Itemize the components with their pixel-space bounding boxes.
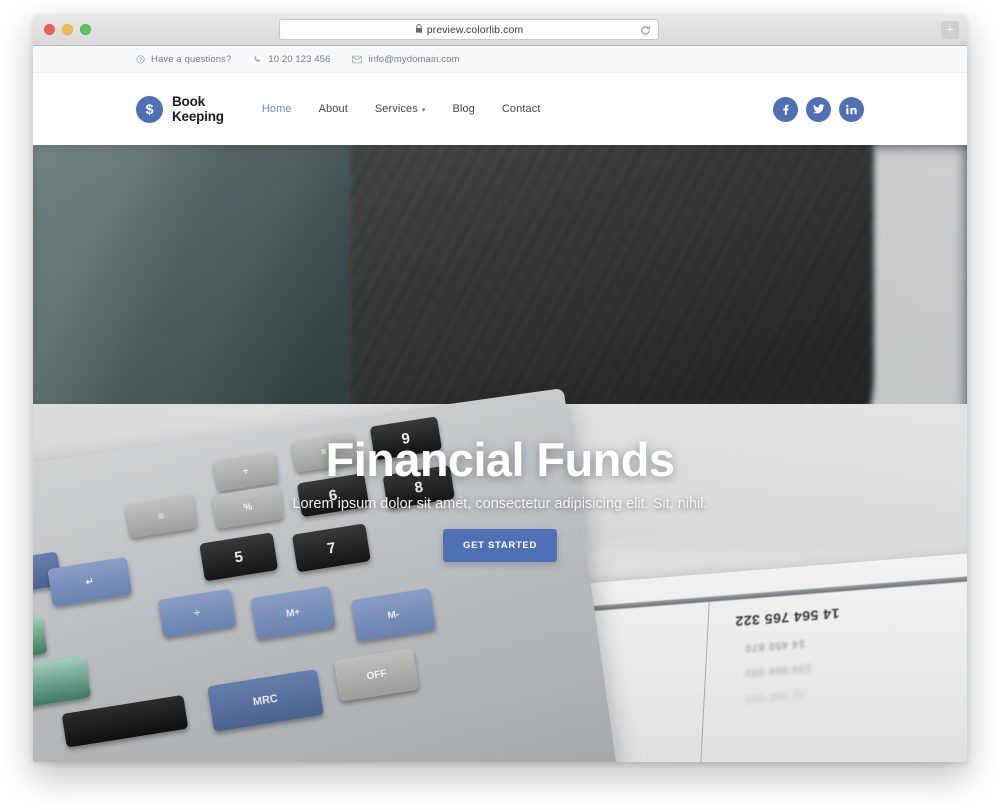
- dollar-circle-icon: $: [136, 95, 163, 123]
- browser-window: preview.colorlib.com + Have a questions?: [33, 14, 967, 762]
- browser-titlebar: preview.colorlib.com +: [33, 14, 967, 46]
- new-tab-button[interactable]: +: [941, 21, 959, 39]
- hero-subtitle: Lorem ipsum dolor sit amet, consectetur …: [292, 496, 708, 513]
- maximize-window-button[interactable]: [80, 24, 91, 35]
- minimize-window-button[interactable]: [62, 24, 73, 35]
- nav-item-home[interactable]: Home: [262, 103, 292, 115]
- get-started-button[interactable]: GET STARTED: [442, 529, 558, 563]
- twitter-icon: [812, 103, 825, 115]
- linkedin-icon: [846, 104, 857, 115]
- nav-item-about-label: About: [318, 103, 348, 115]
- twitter-link[interactable]: [806, 96, 831, 122]
- topbar-email-label: info@mydomain.com: [368, 53, 460, 65]
- phone-icon: [253, 55, 262, 64]
- topbar-question-label: Have a questions?: [151, 53, 232, 65]
- brand-name: Book Keeping: [172, 94, 224, 124]
- chevron-down-icon: ▾: [421, 107, 426, 114]
- site-logo[interactable]: $ Book Keeping: [136, 94, 224, 124]
- nav-item-about[interactable]: About: [319, 103, 348, 115]
- page-viewport: Have a questions? 10 20 123 456 info@myd…: [33, 46, 967, 762]
- nav-item-blog[interactable]: Blog: [452, 103, 474, 115]
- nav-item-services-label: Services: [374, 103, 418, 115]
- topbar-item-question[interactable]: Have a questions?: [136, 54, 231, 65]
- site-header: $ Book Keeping Home About Services ▾ Blo…: [33, 73, 967, 145]
- topbar-item-phone[interactable]: 10 20 123 456: [253, 54, 330, 65]
- envelope-icon: [352, 55, 363, 64]
- close-window-button[interactable]: [44, 24, 55, 35]
- window-controls: [44, 24, 91, 35]
- social-links: [773, 96, 864, 122]
- nav-item-services[interactable]: Services ▾: [375, 103, 426, 115]
- hero-section: 14 564 765 322 14 450 870 234 564 333 12…: [33, 145, 967, 762]
- url-text: preview.colorlib.com: [426, 23, 524, 36]
- question-circle-icon: [136, 54, 145, 64]
- nav-item-contact[interactable]: Contact: [502, 103, 541, 115]
- nav-item-contact-label: Contact: [501, 103, 541, 115]
- address-bar[interactable]: preview.colorlib.com: [279, 19, 659, 40]
- main-navigation: Home About Services ▾ Blog Contact: [262, 103, 541, 115]
- facebook-link[interactable]: [773, 96, 798, 122]
- brand-line-2: Keeping: [172, 109, 224, 124]
- facebook-icon: [780, 104, 791, 115]
- brand-line-1: Book: [172, 93, 205, 109]
- lock-icon: [415, 24, 423, 35]
- hero-content: Financial Funds Lorem ipsum dolor sit am…: [33, 433, 967, 563]
- nav-item-blog-label: Blog: [452, 103, 475, 115]
- topbar-item-email[interactable]: info@mydomain.com: [352, 54, 459, 65]
- top-info-bar: Have a questions? 10 20 123 456 info@myd…: [33, 46, 967, 73]
- linkedin-link[interactable]: [839, 96, 864, 122]
- topbar-phone-label: 10 20 123 456: [268, 53, 331, 65]
- hero-title: Financial Funds: [325, 433, 675, 486]
- reload-icon[interactable]: [638, 23, 653, 38]
- nav-item-home-label: Home: [261, 103, 292, 115]
